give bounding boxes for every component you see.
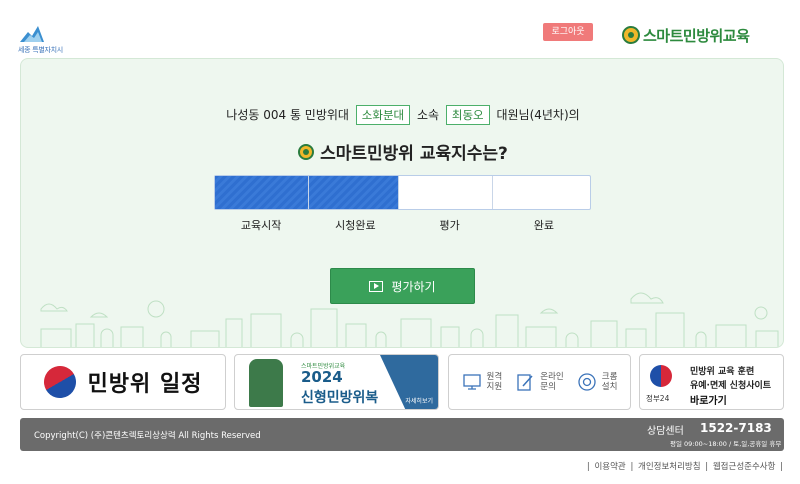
member-info: 나성동 004 통 민방위대 소화분대 소속 최동오 대원님(4년차)의 (21, 105, 783, 125)
logout-button[interactable]: 로그아웃 (543, 23, 593, 41)
gov24-banner-shortcut: 바로가기 (690, 396, 727, 407)
civil-defense-emblem-icon (622, 26, 640, 44)
progress-step-labels: 교육시작 시청완료 평가 완료 (214, 217, 591, 233)
uniform-banner-more-link[interactable]: 자세히보기 (405, 396, 433, 405)
uniform-banner-title: 신형민방위복 (301, 390, 379, 406)
step-label-complete: 완료 (533, 219, 554, 232)
chrome-install-link[interactable]: 크롬 설치 (577, 371, 618, 392)
education-index-heading: 스마트민방위 교육지수는? (21, 139, 783, 164)
remote-support-label-2: 지원 (486, 382, 503, 392)
start-evaluation-button[interactable]: 평가하기 (330, 268, 475, 304)
policy-links: | 이용약관 | 개인정보처리방침 | 웹접근성준수사항 | (586, 462, 783, 472)
member-affiliation-label: 소속 (416, 108, 440, 122)
remote-support-icon (462, 374, 481, 390)
terms-link[interactable]: 이용약관 (594, 462, 625, 472)
gov24-banner[interactable]: 정부24 민방위 교육 훈련 유예·면제 신청사이트 바로가기 (639, 354, 784, 410)
uniform-banner-year: 2024 (301, 368, 343, 386)
customer-center-label: 상담센터 (647, 426, 684, 437)
progress-segment-2 (308, 176, 399, 209)
online-inquiry-label-2: 문의 (540, 382, 556, 392)
sejong-logo[interactable]: 세종 특별자치시 (18, 24, 78, 54)
uniform-banner[interactable]: 스마트민방위교육 2024 신형민방위복 자세히보기 (234, 354, 439, 410)
education-status-panel: 나성동 004 통 민방위대 소화분대 소속 최동오 대원님(4년차)의 스마트… (20, 58, 784, 348)
progress-segment-1 (215, 176, 309, 209)
government-emblem-icon (650, 365, 672, 387)
play-icon (369, 280, 384, 292)
accessibility-link[interactable]: 웹접근성준수사항 (713, 462, 776, 472)
privacy-policy-link[interactable]: 개인정보처리방침 (638, 462, 701, 472)
brand-title: 스마트민방위교육 (643, 26, 750, 45)
education-index-title: 스마트민방위 교육지수는? (320, 144, 508, 164)
chrome-install-label-1: 크롬 (601, 371, 618, 382)
member-unit: 소화분대 (355, 105, 411, 125)
chrome-install-label-2: 설치 (601, 382, 618, 392)
brand-logo[interactable]: 스마트민방위교육 (622, 24, 750, 46)
member-suffix: 대원님(4년차)의 (496, 108, 580, 122)
online-inquiry-label-1: 온라인 (540, 371, 564, 382)
member-district: 나성동 004 통 민방위대 (226, 108, 349, 122)
step-label-evaluation: 평가 (439, 219, 460, 232)
uniform-image (249, 359, 283, 407)
online-inquiry-link[interactable]: 온라인 문의 (515, 371, 564, 392)
chrome-icon (578, 373, 596, 391)
support-links-banner: 원격 지원 온라인 문의 크롬 설치 (448, 354, 631, 410)
step-label-watched: 시청완료 (335, 219, 376, 232)
civil-defense-emblem-icon (298, 143, 315, 160)
online-inquiry-icon (517, 374, 533, 391)
step-label-start: 교육시작 (240, 219, 282, 232)
customer-center-phone: 1522-7183 (700, 421, 772, 435)
gov24-label: 정부24 (646, 394, 670, 403)
taegeuk-icon (37, 360, 82, 404)
progress-segment-4 (493, 176, 591, 209)
schedule-banner[interactable]: 민방위 일정 (20, 354, 226, 410)
start-evaluation-label: 평가하기 (391, 279, 436, 294)
schedule-banner-title: 민방위 일정 (87, 371, 203, 397)
sejong-logo-mark-icon (20, 26, 44, 42)
member-name: 최동오 (445, 105, 490, 125)
progress-segment-3 (399, 176, 493, 209)
education-progress-bar (214, 175, 591, 210)
customer-center-hours: 평일 09:00~18:00 / 토,일,공휴일 휴무 (670, 440, 782, 448)
sejong-logo-text: 세종 특별자치시 (18, 46, 63, 54)
gov24-banner-line2: 유예·면제 신청사이트 (690, 381, 772, 391)
footer: Copyright(C) (주)콘텐츠렉토리상상력 All Rights Res… (20, 418, 784, 451)
copyright-text: Copyright(C) (주)콘텐츠렉토리상상력 All Rights Res… (34, 431, 261, 441)
remote-support-label-1: 원격 (486, 371, 503, 382)
gov24-banner-line1: 민방위 교육 훈련 (690, 367, 755, 377)
remote-support-link[interactable]: 원격 지원 (462, 371, 503, 392)
header: 세종 특별자치시 로그아웃 스마트민방위교육 (0, 0, 800, 58)
banner-row: 민방위 일정 스마트민방위교육 2024 신형민방위복 자세히보기 원격 지원 온… (20, 354, 784, 410)
